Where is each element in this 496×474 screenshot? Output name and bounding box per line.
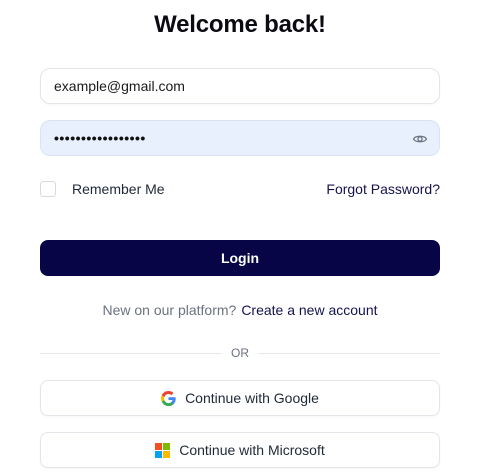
login-button[interactable]: Login: [40, 240, 440, 276]
page-title: Welcome back!: [154, 11, 326, 38]
divider-left-line: [40, 353, 222, 354]
email-field[interactable]: example@gmail.com: [40, 68, 440, 104]
password-field[interactable]: •••••••••••••••••: [40, 120, 440, 156]
remember-me-label[interactable]: Remember Me: [72, 181, 165, 197]
forgot-password-link[interactable]: Forgot Password?: [326, 181, 440, 197]
continue-with-microsoft-button[interactable]: Continue with Microsoft: [40, 432, 440, 468]
password-value: •••••••••••••••••: [54, 130, 146, 146]
google-logo-icon: [161, 390, 176, 406]
continue-with-google-button[interactable]: Continue with Google: [40, 380, 440, 416]
google-button-label: Continue with Google: [185, 390, 319, 406]
signup-row: New on our platform? Create a new account: [0, 302, 480, 318]
remember-me-checkbox[interactable]: [40, 181, 56, 197]
microsoft-logo-icon: [155, 442, 171, 458]
signup-prompt: New on our platform?: [102, 302, 237, 318]
microsoft-button-label: Continue with Microsoft: [179, 442, 325, 458]
divider-or-text: OR: [231, 346, 249, 360]
create-account-link[interactable]: Create a new account: [241, 302, 377, 318]
eye-icon[interactable]: [412, 131, 428, 147]
divider-right-line: [258, 353, 440, 354]
email-value: example@gmail.com: [54, 78, 185, 94]
